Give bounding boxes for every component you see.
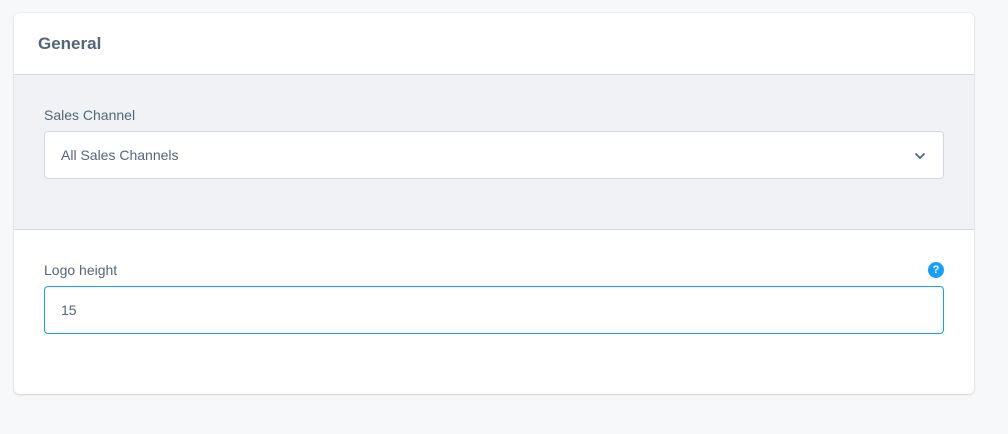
sales-channel-select[interactable]: All Sales Channels [44, 131, 944, 179]
logo-height-input[interactable] [44, 286, 944, 334]
general-card: General Sales Channel All Sales Channels… [14, 13, 974, 394]
logo-height-section: Logo height ? [14, 230, 974, 334]
logo-height-label: Logo height [44, 262, 118, 278]
card-header: General [14, 13, 974, 75]
sales-channel-section: Sales Channel All Sales Channels [14, 75, 974, 230]
help-icon[interactable]: ? [928, 262, 944, 278]
card-title: General [38, 33, 102, 53]
sales-channel-selected-value: All Sales Channels [61, 147, 179, 163]
chevron-down-icon [915, 153, 925, 159]
logo-height-label-row: Logo height ? [44, 260, 944, 280]
sales-channel-label: Sales Channel [44, 107, 136, 123]
